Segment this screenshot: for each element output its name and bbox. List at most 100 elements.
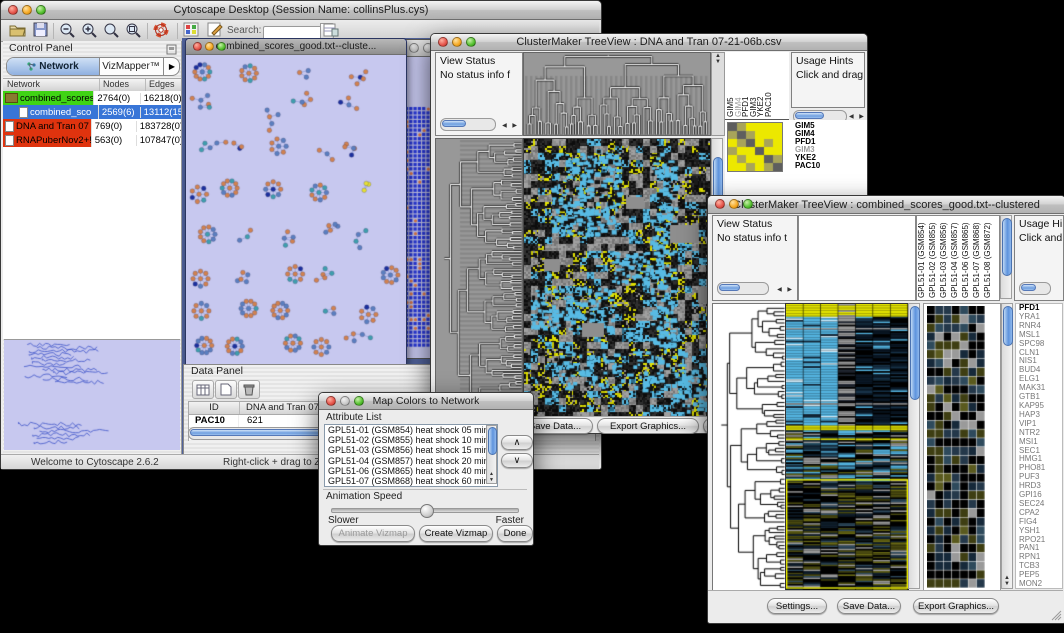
zoom-button[interactable] — [743, 199, 753, 209]
tv2-row-dendrogram[interactable] — [712, 303, 786, 591]
tv2-column-tree-area[interactable] — [798, 215, 916, 301]
scrollbar-thumb[interactable] — [910, 306, 920, 400]
zoom-button[interactable] — [36, 5, 46, 15]
gene-label[interactable]: HAP3 — [1019, 411, 1062, 420]
gene-label[interactable]: MSI1 — [1019, 438, 1062, 447]
delete-attribute-button[interactable] — [238, 380, 260, 399]
zoom-button[interactable] — [354, 396, 364, 406]
gene-label[interactable]: RPO21 — [1019, 536, 1062, 545]
scroll-arrows-icon[interactable]: ◀ ▶ — [502, 122, 519, 129]
gene-label[interactable]: MSL1 — [1019, 331, 1062, 340]
gene-label[interactable]: SEC1 — [1019, 447, 1062, 456]
minimize-button[interactable] — [340, 396, 350, 406]
scroll-arrows-icon[interactable]: ▲▼ — [1002, 575, 1012, 587]
network-graph-canvas[interactable] — [186, 55, 404, 365]
gene-label[interactable]: NTR2 — [1019, 429, 1062, 438]
column-label[interactable]: GPL51-01 (GSM854) — [918, 222, 926, 298]
gene-label[interactable]: FIG4 — [1019, 518, 1062, 527]
column-label[interactable]: GPL51-08 (GSM872) — [984, 222, 992, 298]
attribute-list-item[interactable]: GPL51-04 (GSM857) heat shock 20 min — [325, 456, 486, 466]
gene-label[interactable]: HMG1 — [1019, 455, 1062, 464]
minimize-button[interactable] — [409, 43, 419, 53]
row-label[interactable]: YKE2 — [795, 154, 820, 162]
col-network[interactable]: Network — [3, 79, 100, 91]
gene-label[interactable]: HRD3 — [1019, 482, 1062, 491]
row-label[interactable]: PFD1 — [795, 138, 820, 146]
scrollbar-thumb[interactable] — [1021, 284, 1036, 291]
scroll-arrows-icon[interactable]: ◀ ▶ — [849, 113, 866, 120]
scroll-arrows-icon[interactable]: ◀ ▶ — [777, 286, 794, 293]
tv2-global-heatmap[interactable] — [785, 303, 909, 591]
gene-label[interactable]: CLN1 — [1019, 349, 1062, 358]
gene-label[interactable]: PHO81 — [1019, 464, 1062, 473]
column-label[interactable]: GPL51-02 (GSM855) — [929, 222, 937, 298]
gene-label[interactable]: PUF3 — [1019, 473, 1062, 482]
minimize-button[interactable] — [22, 5, 32, 15]
gene-label[interactable]: KAP95 — [1019, 402, 1062, 411]
column-label[interactable]: PAC10 — [765, 92, 773, 117]
scrollbar-thumb[interactable] — [719, 284, 740, 291]
row-label[interactable]: GIM5 — [795, 122, 820, 130]
gene-label[interactable]: PEP5 — [1019, 571, 1062, 580]
cytoscape-titlebar[interactable]: Cytoscape Desktop (Session Name: collins… — [1, 1, 601, 20]
gene-label[interactable]: RPN1 — [1019, 553, 1062, 562]
network-overview-canvas[interactable] — [4, 340, 180, 450]
tv2-labels-vscrollbar[interactable] — [1000, 215, 1012, 299]
gene-label[interactable]: BUD4 — [1019, 366, 1062, 375]
attribute-list-vscrollbar[interactable]: ▲▼ — [486, 425, 497, 484]
open-icon[interactable] — [9, 22, 26, 42]
dialog-titlebar[interactable]: Map Colors to Network — [319, 393, 533, 410]
gene-label[interactable]: TCB3 — [1019, 562, 1062, 571]
new-attribute-button[interactable] — [215, 380, 237, 399]
network-row[interactable]: DNA and Tran 07769(0)183728(0) — [3, 119, 181, 133]
done-button[interactable]: Done — [497, 525, 533, 542]
select-attributes-button[interactable] — [192, 380, 214, 399]
scroll-arrows-icon[interactable]: ▲▼ — [487, 471, 496, 483]
network-row[interactable]: combined_sco2569(6)13112(15) — [3, 105, 181, 119]
gene-label[interactable]: CPA2 — [1019, 509, 1062, 518]
attribute-list-item[interactable]: GPL51-06 (GSM865) heat shock 40 min — [325, 466, 486, 476]
gene-label[interactable]: ELG1 — [1019, 375, 1062, 384]
row-label[interactable]: PAC10 — [795, 162, 820, 170]
gene-label[interactable]: VIP1 — [1019, 420, 1062, 429]
tv2-button[interactable]: Export Graphics... — [913, 598, 999, 614]
gene-label[interactable]: YSH1 — [1019, 527, 1062, 536]
gene-label[interactable]: YRA1 — [1019, 313, 1062, 322]
close-button[interactable] — [715, 199, 725, 209]
tv2-button[interactable]: Save Data... — [837, 598, 901, 614]
treeview2-titlebar[interactable]: ClusterMaker TreeView : combined_scores_… — [708, 196, 1064, 214]
zoom-fit-icon[interactable] — [103, 22, 120, 43]
column-label[interactable]: GPL51-03 (GSM856) — [940, 222, 948, 298]
gene-label[interactable]: SEC24 — [1019, 500, 1062, 509]
gene-label[interactable]: MON2 — [1019, 580, 1062, 589]
attribute-list-item[interactable]: GPL51-07 (GSM868) heat shock 60 min — [325, 476, 486, 486]
attribute-list-item[interactable]: GPL51-01 (GSM854) heat shock 05 min — [325, 425, 486, 435]
tv2-heatmap-vscrollbar[interactable] — [908, 303, 920, 589]
resize-grip-icon[interactable] — [1050, 609, 1062, 621]
attribute-list-item[interactable]: GPL51-02 (GSM855) heat shock 10 min — [325, 435, 486, 445]
close-button[interactable] — [193, 42, 202, 51]
scrollbar-thumb[interactable] — [442, 120, 466, 127]
scrollbar-thumb[interactable] — [795, 112, 824, 119]
gene-label[interactable]: GTB1 — [1019, 393, 1062, 402]
zoom-selected-icon[interactable] — [125, 22, 142, 43]
tv1-button[interactable]: Export Graphics... — [597, 418, 699, 434]
tv2-button[interactable]: Settings... — [767, 598, 827, 614]
tv1-top-scroll-strip[interactable]: ▲▼ — [711, 52, 725, 136]
zoom-in-icon[interactable] — [81, 22, 98, 43]
col-nodes[interactable]: Nodes — [100, 79, 146, 91]
network-row[interactable]: combined_scores_2764(0)16218(0) — [3, 91, 181, 105]
id-column-header[interactable]: ID — [189, 402, 240, 414]
move-up-button[interactable]: ∧ — [501, 435, 533, 450]
gene-label[interactable]: RNR4 — [1019, 322, 1062, 331]
animate-vizmap-button[interactable]: Animate Vizmap — [331, 525, 415, 542]
tv1-heatmap[interactable] — [523, 138, 711, 418]
slider-thumb[interactable] — [420, 504, 434, 518]
tab-network[interactable]: Network — [7, 58, 100, 75]
attribute-listbox[interactable]: GPL51-01 (GSM854) heat shock 05 minGPL51… — [324, 424, 498, 487]
tab-overflow-arrow-icon[interactable]: ▶ — [163, 58, 180, 75]
column-label[interactable]: GPL51-06 (GSM865) — [962, 222, 970, 298]
tv1-status-hscrollbar[interactable] — [440, 118, 496, 131]
create-vizmap-button[interactable]: Create Vizmap — [419, 525, 493, 542]
minimize-button[interactable] — [729, 199, 739, 209]
